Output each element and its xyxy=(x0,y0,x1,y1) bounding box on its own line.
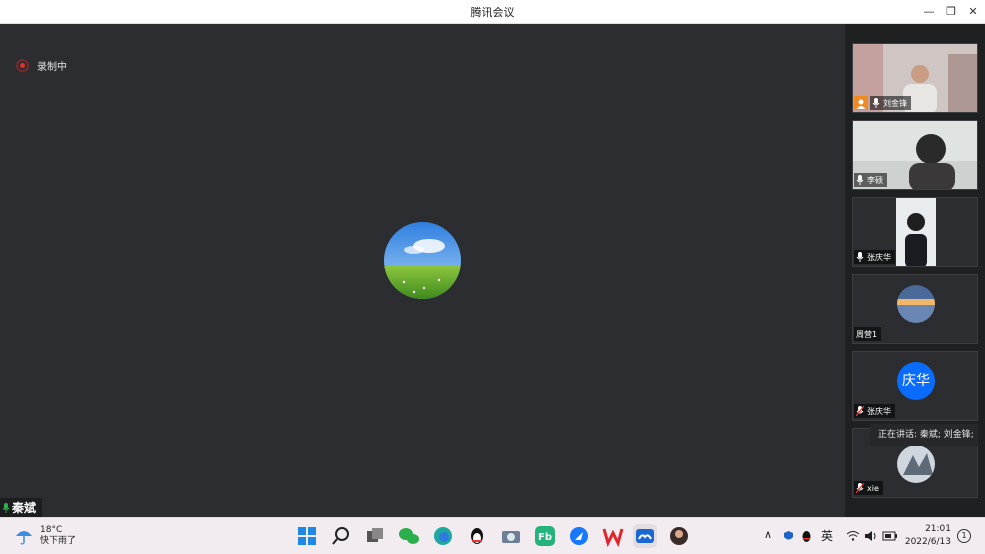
self-name: 秦斌 xyxy=(12,501,37,515)
speaker-avatar xyxy=(384,222,461,299)
clock[interactable]: 21:01 2022/6/13 xyxy=(903,523,951,549)
host-icon xyxy=(854,96,868,110)
taskbar: 18°C 快下雨了 Fb ∧ 英 21:01 2022/6/13 1 xyxy=(0,517,985,554)
wifi-icon[interactable] xyxy=(846,530,860,542)
participant-name-tag: 刘金锋 xyxy=(870,96,911,110)
participant-name: 刘金锋 xyxy=(883,98,907,108)
svg-text:Fb: Fb xyxy=(538,532,552,543)
weather-widget[interactable]: 18°C 快下雨了 xyxy=(14,525,76,547)
participant-tile[interactable]: 李硕 xyxy=(852,120,978,190)
participant-name: 张庆华 xyxy=(867,252,891,262)
participant-name: 周营1 xyxy=(856,329,878,339)
maximize-button[interactable]: ❐ xyxy=(942,3,960,21)
participant-tile[interactable]: 周营1 xyxy=(852,274,978,344)
feishu-icon[interactable] xyxy=(567,524,591,548)
notification-badge[interactable]: 1 xyxy=(957,529,971,543)
mic-muted-icon xyxy=(856,406,864,416)
weather-temp: 18°C xyxy=(40,525,63,535)
recording-indicator: 录制中 xyxy=(16,58,67,73)
mic-muted-icon xyxy=(856,483,864,493)
recording-label: 录制中 xyxy=(37,62,67,73)
chevron-up-icon[interactable]: ∧ xyxy=(764,528,772,541)
participant-name: 李硕 xyxy=(867,175,883,185)
wechat-icon[interactable] xyxy=(397,524,421,548)
mic-icon xyxy=(2,502,10,513)
clock-time: 21:01 xyxy=(925,524,951,534)
weather-desc: 快下雨了 xyxy=(40,536,77,546)
participant-name-tag: 周营1 xyxy=(854,327,882,341)
speaking-indicator: 正在讲话: 秦斌; 刘金锋; xyxy=(870,424,978,446)
participant-name-tag: 李硕 xyxy=(854,173,887,187)
umbrella-icon xyxy=(16,531,32,545)
mic-icon xyxy=(856,252,864,262)
security-icon[interactable] xyxy=(782,530,795,543)
participant-name-tag: 张庆华 xyxy=(854,404,895,418)
participant-name-tag: xie xyxy=(854,481,883,495)
participant-tile[interactable]: 张庆华 xyxy=(852,197,978,267)
mic-icon xyxy=(872,98,880,108)
record-icon xyxy=(16,59,29,72)
speaker-icon[interactable] xyxy=(864,530,878,542)
window-title: 腾讯会议 xyxy=(470,6,515,19)
clock-date: 2022/6/13 xyxy=(904,537,951,547)
title-bar: 腾讯会议 — ❐ ✕ xyxy=(0,0,985,24)
minimize-button[interactable]: — xyxy=(920,3,938,21)
participant-avatar xyxy=(897,445,935,483)
participant-avatar xyxy=(897,285,935,323)
self-name-tag: 秦斌 xyxy=(0,498,43,517)
qq-icon[interactable] xyxy=(465,524,489,548)
edge-icon[interactable] xyxy=(431,524,455,548)
participant-name-tag: 张庆华 xyxy=(854,250,895,264)
participant-tile[interactable]: 刘金锋 xyxy=(852,43,978,113)
battery-icon[interactable] xyxy=(882,530,898,542)
participant-name: 张庆华 xyxy=(867,406,891,416)
participant-initials-avatar: 庆华 xyxy=(897,362,935,400)
search-icon[interactable] xyxy=(329,524,353,548)
ime-indicator[interactable]: 英 xyxy=(821,527,833,544)
camera-icon[interactable] xyxy=(499,524,523,548)
tencent-meeting-icon[interactable] xyxy=(633,524,657,548)
main-stage: 录制中 秦斌 xyxy=(0,24,845,517)
start-icon[interactable] xyxy=(295,524,319,548)
qq-tray-icon[interactable] xyxy=(800,530,813,543)
close-button[interactable]: ✕ xyxy=(964,3,982,21)
participant-tile[interactable]: 庆华 张庆华 xyxy=(852,351,978,421)
wps-icon[interactable] xyxy=(601,524,625,548)
mic-icon xyxy=(856,175,864,185)
user-avatar-icon[interactable] xyxy=(667,524,691,548)
task-view-icon[interactable] xyxy=(363,524,387,548)
participant-name: xie xyxy=(867,483,879,493)
fb-app-icon[interactable]: Fb xyxy=(533,524,557,548)
